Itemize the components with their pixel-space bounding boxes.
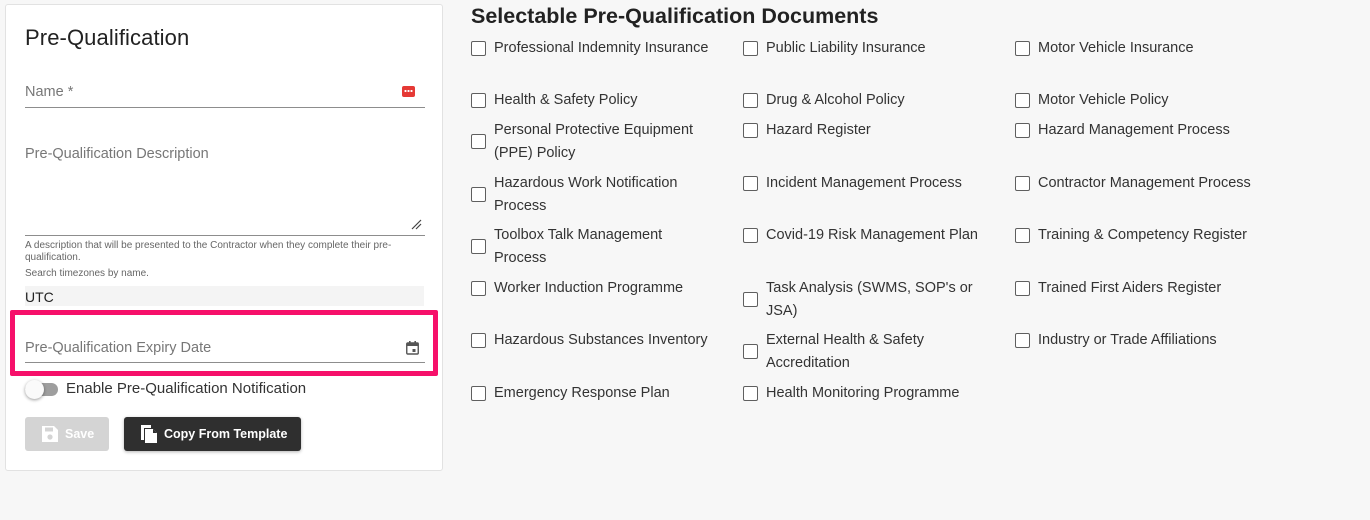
document-label: Health & Safety Policy xyxy=(494,92,638,108)
document-label: Drug & Alcohol Policy xyxy=(766,92,905,108)
checkbox[interactable] xyxy=(1015,122,1030,138)
checkbox[interactable] xyxy=(743,92,758,108)
document-checkbox-item[interactable]: Covid-19 Risk Management Plan xyxy=(743,224,983,247)
timezone-select[interactable] xyxy=(25,286,424,306)
document-checkbox-item[interactable]: Task Analysis (SWMS, SOP's or JSA) xyxy=(743,277,983,322)
document-label: External Health & Safety Accreditation xyxy=(766,332,924,371)
document-label: Contractor Management Process xyxy=(1038,175,1251,191)
timezone-hint: Search timezones by name. xyxy=(25,268,149,279)
notification-toggle-label: Enable Pre-Qualification Notification xyxy=(66,380,307,397)
copy-from-template-button[interactable]: Copy From Template xyxy=(124,417,301,451)
copy-icon xyxy=(141,425,157,443)
floppy-disk-icon xyxy=(42,426,58,442)
document-checkbox-item[interactable]: Health Monitoring Programme xyxy=(743,382,983,405)
checkbox[interactable] xyxy=(743,175,758,191)
document-label: Health Monitoring Programme xyxy=(766,385,960,401)
save-button[interactable]: Save xyxy=(25,417,109,451)
document-checkbox-item[interactable]: Hazard Management Process xyxy=(1015,119,1255,142)
checkbox[interactable] xyxy=(471,332,486,348)
document-checkbox-item[interactable]: Public Liability Insurance xyxy=(743,37,983,60)
document-label: Covid-19 Risk Management Plan xyxy=(766,227,978,243)
document-label: Motor Vehicle Insurance xyxy=(1038,40,1194,56)
checkbox[interactable] xyxy=(1015,92,1030,108)
toggle-knob xyxy=(25,380,44,399)
checkbox[interactable] xyxy=(743,292,758,307)
notification-toggle[interactable] xyxy=(25,380,58,399)
resize-handle-icon[interactable] xyxy=(411,219,422,230)
document-label: Hazard Register xyxy=(766,122,871,138)
copy-button-label: Copy From Template xyxy=(164,427,288,441)
document-label: Motor Vehicle Policy xyxy=(1038,92,1169,108)
checkbox[interactable] xyxy=(1015,332,1030,348)
description-field-label[interactable]: Pre-Qualification Description xyxy=(25,146,209,162)
document-label: Personal Protective Equipment (PPE) Poli… xyxy=(494,122,694,161)
checkbox[interactable] xyxy=(743,385,758,401)
document-checkbox-item[interactable]: Hazardous Work Notification Process xyxy=(471,172,711,217)
checkbox[interactable] xyxy=(471,385,486,401)
document-checkbox-item[interactable]: Trained First Aiders Register xyxy=(1015,277,1255,300)
checkbox[interactable] xyxy=(471,280,486,296)
required-dots-icon xyxy=(402,86,415,97)
checkbox[interactable] xyxy=(743,122,758,138)
document-label: Toolbox Talk Management Process xyxy=(494,227,663,266)
document-label: Hazardous Work Notification Process xyxy=(494,175,678,214)
document-checkbox-item[interactable]: Professional Indemnity Insurance xyxy=(471,37,711,60)
checkbox[interactable] xyxy=(743,344,758,359)
document-checkbox-item[interactable]: Drug & Alcohol Policy xyxy=(743,89,983,112)
document-label: Worker Induction Programme xyxy=(494,280,684,296)
document-checkbox-item[interactable]: Motor Vehicle Insurance xyxy=(1015,37,1255,60)
checkbox[interactable] xyxy=(743,40,758,56)
form-title: Pre-Qualification xyxy=(25,25,190,50)
document-checkbox-item[interactable]: Personal Protective Equipment (PPE) Poli… xyxy=(471,119,711,164)
document-checkbox-item[interactable]: Toolbox Talk Management Process xyxy=(471,224,711,269)
save-button-label: Save xyxy=(65,427,95,441)
documents-title: Selectable Pre-Qualification Documents xyxy=(471,4,879,28)
document-label: Trained First Aiders Register xyxy=(1038,280,1222,296)
checkbox[interactable] xyxy=(471,134,486,149)
description-textarea[interactable] xyxy=(25,235,425,236)
checkbox[interactable] xyxy=(471,187,486,202)
document-checkbox-item[interactable]: Worker Induction Programme xyxy=(471,277,711,300)
expiry-date-highlight xyxy=(10,310,438,376)
name-field-label[interactable]: Name * xyxy=(25,84,73,100)
document-checkbox-item[interactable]: Health & Safety Policy xyxy=(471,89,711,112)
document-label: Public Liability Insurance xyxy=(766,40,926,56)
document-label: Industry or Trade Affiliations xyxy=(1038,332,1217,348)
document-checkbox-item[interactable]: Incident Management Process xyxy=(743,172,983,195)
document-label: Task Analysis (SWMS, SOP's or JSA) xyxy=(766,280,973,319)
description-hint: A description that will be presented to … xyxy=(25,240,392,263)
document-checkbox-item[interactable]: Hazardous Substances Inventory xyxy=(471,329,711,352)
document-label: Hazardous Substances Inventory xyxy=(494,332,708,348)
checkbox[interactable] xyxy=(1015,40,1030,56)
document-label: Training & Competency Register xyxy=(1038,227,1247,243)
document-checkbox-item[interactable]: Training & Competency Register xyxy=(1015,224,1255,247)
name-input[interactable] xyxy=(25,107,425,108)
checkbox[interactable] xyxy=(471,92,486,108)
timezone-value: UTC xyxy=(25,289,54,305)
document-checkbox-item[interactable]: External Health & Safety Accreditation xyxy=(743,329,983,374)
checkbox[interactable] xyxy=(471,239,486,254)
checkbox[interactable] xyxy=(1015,280,1030,296)
pre-qualification-form-card: Pre-Qualification Name * Pre-Qualificati… xyxy=(5,4,443,471)
checkbox[interactable] xyxy=(1015,175,1030,191)
checkbox[interactable] xyxy=(743,227,758,243)
document-checkbox-item[interactable]: Hazard Register xyxy=(743,119,983,142)
document-checkbox-item[interactable]: Emergency Response Plan xyxy=(471,382,711,405)
checkbox[interactable] xyxy=(1015,227,1030,243)
document-checkbox-item[interactable]: Motor Vehicle Policy xyxy=(1015,89,1255,112)
document-checkbox-item[interactable]: Industry or Trade Affiliations xyxy=(1015,329,1255,352)
page: Pre-Qualification Name * Pre-Qualificati… xyxy=(0,0,1370,520)
document-label: Incident Management Process xyxy=(766,175,962,191)
document-checkbox-item[interactable]: Contractor Management Process xyxy=(1015,172,1255,195)
document-label: Professional Indemnity Insurance xyxy=(494,40,709,56)
document-label: Emergency Response Plan xyxy=(494,385,670,401)
document-label: Hazard Management Process xyxy=(1038,122,1230,138)
checkbox[interactable] xyxy=(471,40,486,56)
